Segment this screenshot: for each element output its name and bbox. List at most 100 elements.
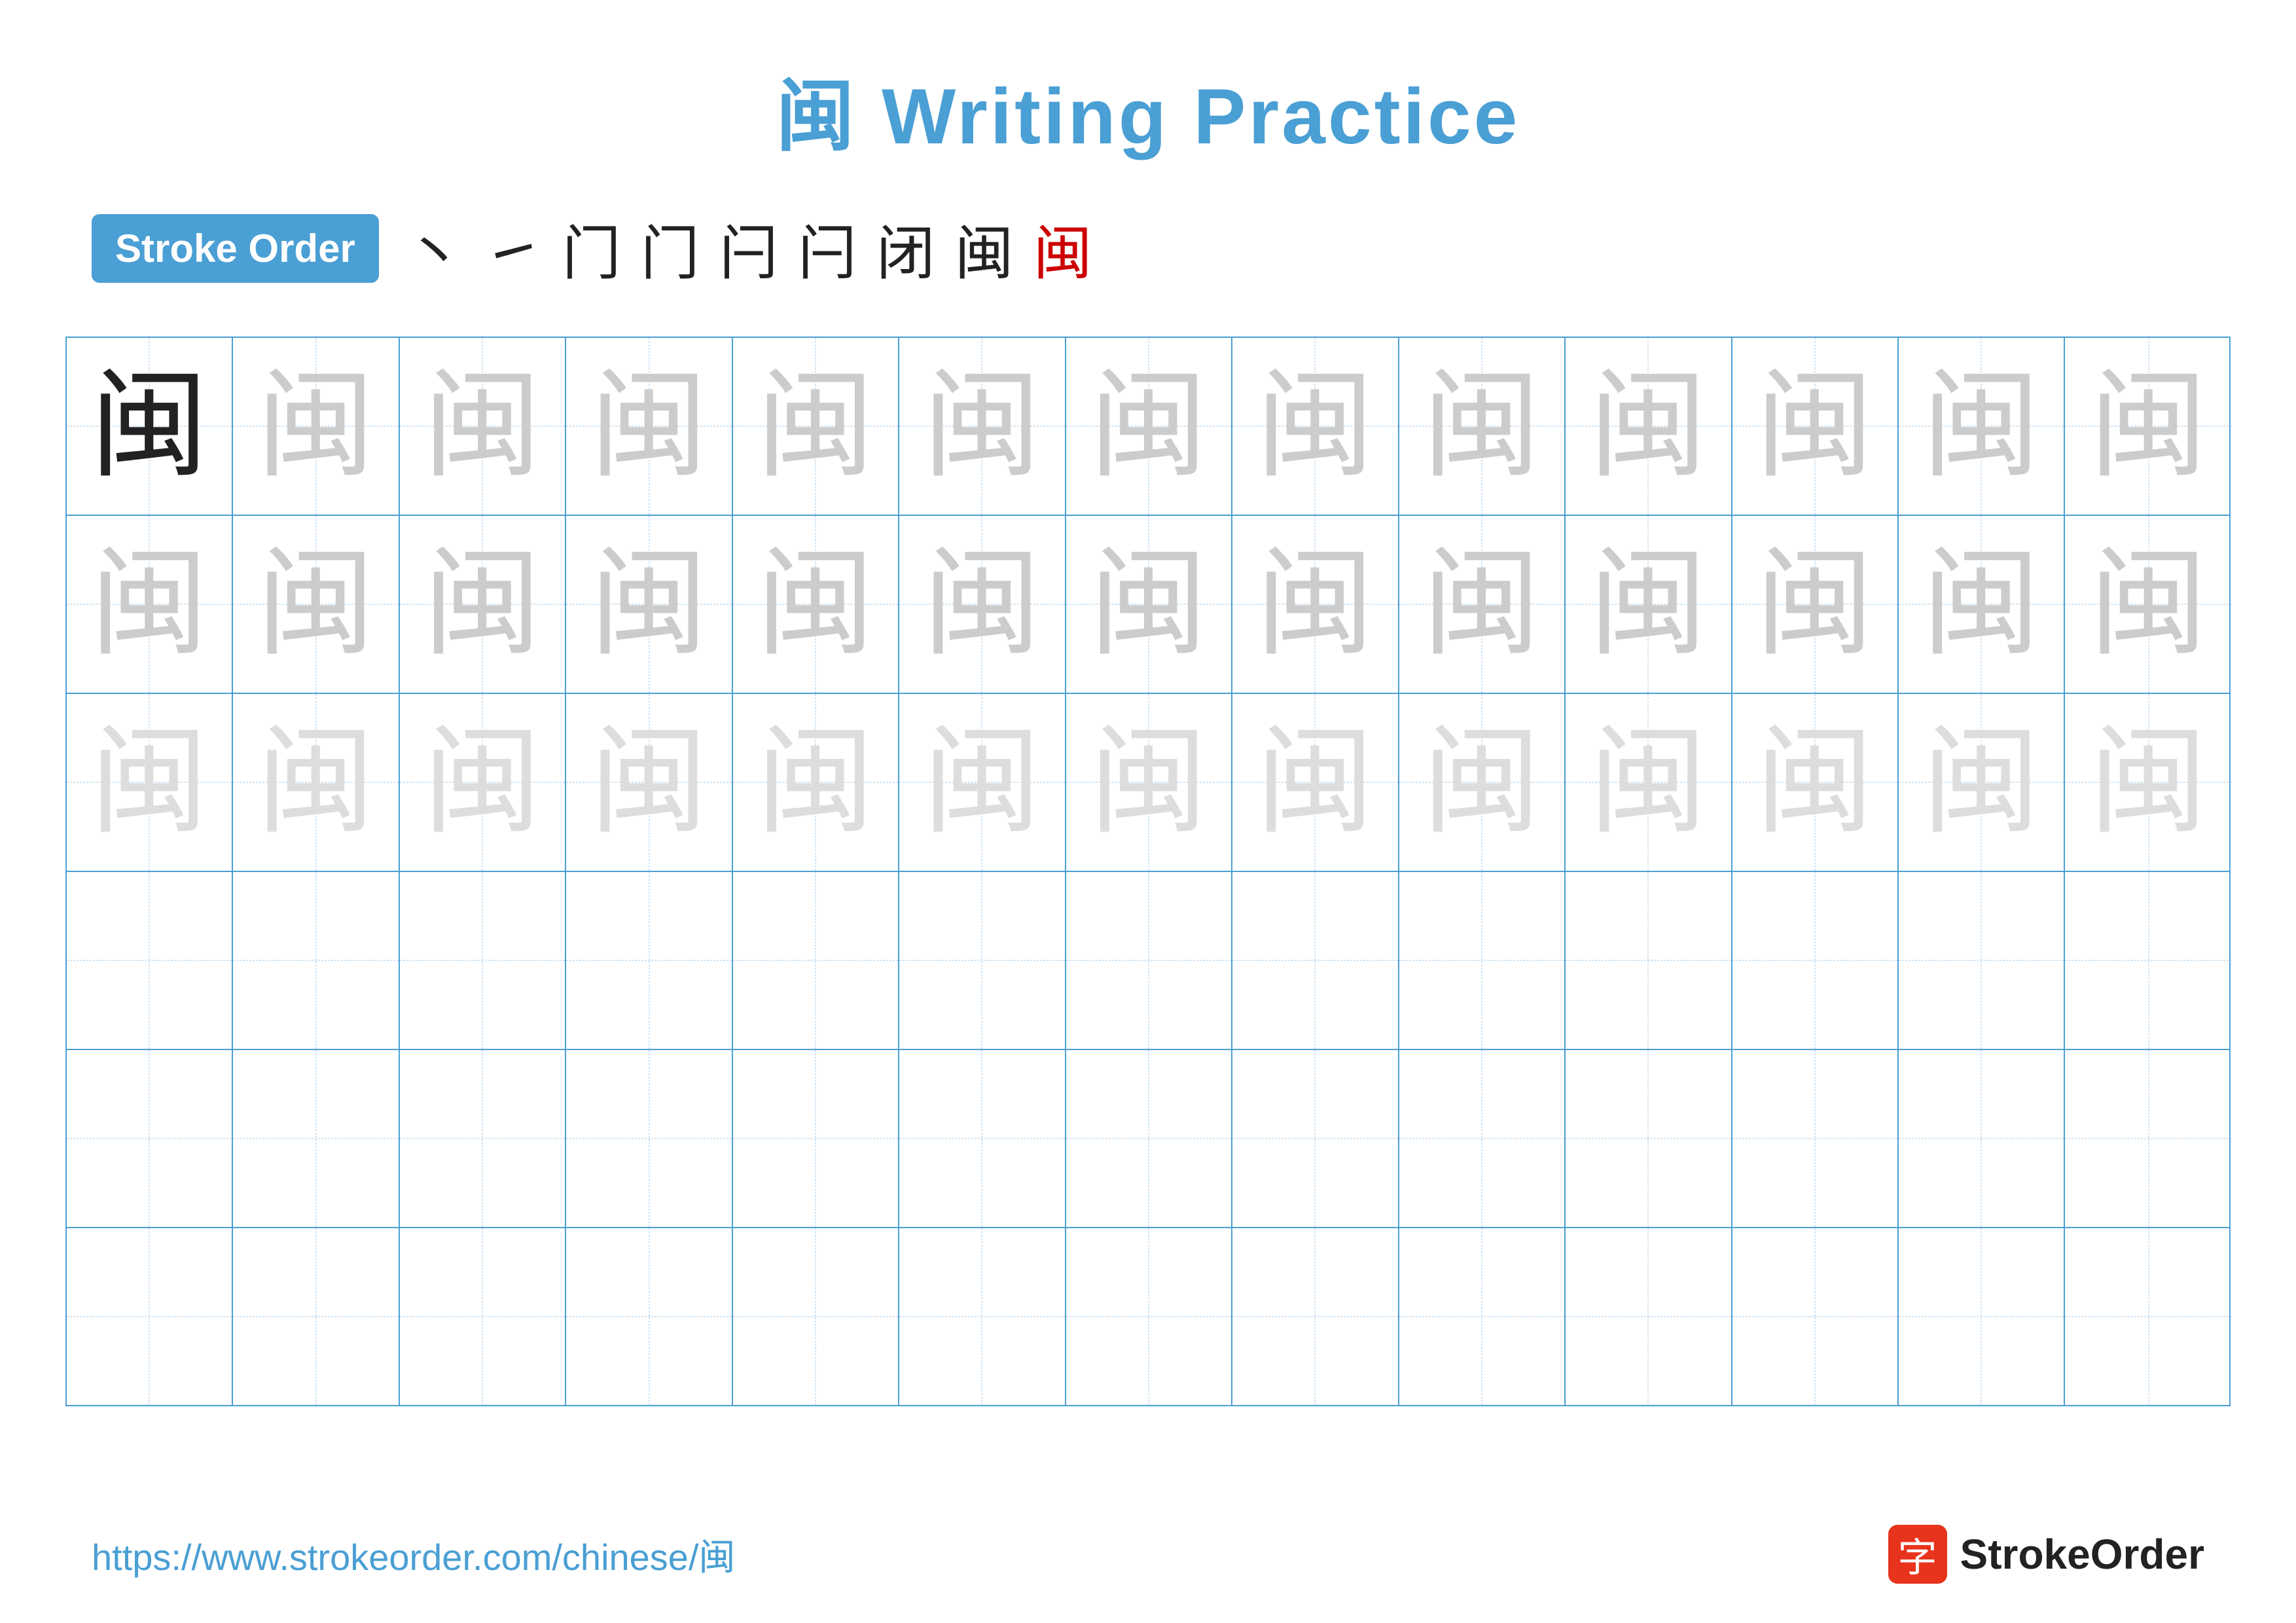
- cell-r6-c7[interactable]: [1066, 1228, 1232, 1405]
- char-light: 闽: [2090, 367, 2208, 485]
- cell-r6-c13[interactable]: [2065, 1228, 2231, 1405]
- cell-r2-c6[interactable]: 闽: [899, 516, 1066, 693]
- cell-r2-c2[interactable]: 闽: [233, 516, 399, 693]
- cell-r2-c4[interactable]: 闽: [566, 516, 732, 693]
- cell-r5-c11[interactable]: [1732, 1050, 1899, 1227]
- cell-r2-c10[interactable]: 闽: [1566, 516, 1732, 693]
- char-light: 闽: [1589, 545, 1707, 663]
- cell-r2-c3[interactable]: 闽: [400, 516, 566, 693]
- cell-r4-c6[interactable]: [899, 872, 1066, 1049]
- cell-r5-c10[interactable]: [1566, 1050, 1732, 1227]
- char-light: 闽: [423, 367, 541, 485]
- cell-r4-c7[interactable]: [1066, 872, 1232, 1049]
- char-light: 闽: [2090, 545, 2208, 663]
- cell-r1-c5[interactable]: 闽: [733, 338, 899, 515]
- cell-r2-c7[interactable]: 闽: [1066, 516, 1232, 693]
- cell-r3-c9[interactable]: 闽: [1399, 694, 1566, 871]
- cell-r3-c5[interactable]: 闽: [733, 694, 899, 871]
- cell-r5-c6[interactable]: [899, 1050, 1066, 1227]
- cell-r2-c13[interactable]: 闽: [2065, 516, 2231, 693]
- cell-r4-c1[interactable]: [67, 872, 233, 1049]
- cell-r4-c10[interactable]: [1566, 872, 1732, 1049]
- cell-r6-c4[interactable]: [566, 1228, 732, 1405]
- char-lighter: 闽: [1423, 723, 1541, 841]
- cell-r3-c4[interactable]: 闽: [566, 694, 732, 871]
- cell-r3-c12[interactable]: 闽: [1899, 694, 2065, 871]
- cell-r1-c8[interactable]: 闽: [1232, 338, 1399, 515]
- char-light: 闽: [1090, 367, 1208, 485]
- cell-r1-c2[interactable]: 闽: [233, 338, 399, 515]
- stroke-3: 门: [562, 206, 621, 291]
- cell-r2-c9[interactable]: 闽: [1399, 516, 1566, 693]
- cell-r4-c12[interactable]: [1899, 872, 2065, 1049]
- cell-r5-c2[interactable]: [233, 1050, 399, 1227]
- cell-r1-c10[interactable]: 闽: [1566, 338, 1732, 515]
- grid-row-5: [67, 1050, 2229, 1228]
- footer-logo-text: StrokeOrder: [1960, 1530, 2204, 1578]
- cell-r3-c13[interactable]: 闽: [2065, 694, 2231, 871]
- cell-r1-c3[interactable]: 闽: [400, 338, 566, 515]
- cell-r5-c12[interactable]: [1899, 1050, 2065, 1227]
- cell-r2-c11[interactable]: 闽: [1732, 516, 1899, 693]
- cell-r5-c5[interactable]: [733, 1050, 899, 1227]
- cell-r4-c11[interactable]: [1732, 872, 1899, 1049]
- cell-r3-c7[interactable]: 闽: [1066, 694, 1232, 871]
- cell-r1-c6[interactable]: 闽: [899, 338, 1066, 515]
- cell-r6-c1[interactable]: [67, 1228, 233, 1405]
- cell-r6-c5[interactable]: [733, 1228, 899, 1405]
- cell-r3-c1[interactable]: 闽: [67, 694, 233, 871]
- cell-r4-c4[interactable]: [566, 872, 732, 1049]
- cell-r4-c8[interactable]: [1232, 872, 1399, 1049]
- cell-r2-c12[interactable]: 闽: [1899, 516, 2065, 693]
- cell-r5-c13[interactable]: [2065, 1050, 2231, 1227]
- char-light: 闽: [1922, 545, 2040, 663]
- cell-r3-c8[interactable]: 闽: [1232, 694, 1399, 871]
- char-lighter: 闽: [757, 723, 874, 841]
- cell-r6-c11[interactable]: [1732, 1228, 1899, 1405]
- cell-r4-c5[interactable]: [733, 872, 899, 1049]
- char-lighter: 闽: [423, 723, 541, 841]
- grid-row-4: [67, 872, 2229, 1050]
- cell-r5-c1[interactable]: [67, 1050, 233, 1227]
- char-light: 闽: [757, 367, 874, 485]
- cell-r1-c11[interactable]: 闽: [1732, 338, 1899, 515]
- cell-r1-c9[interactable]: 闽: [1399, 338, 1566, 515]
- cell-r3-c11[interactable]: 闽: [1732, 694, 1899, 871]
- cell-r6-c2[interactable]: [233, 1228, 399, 1405]
- cell-r2-c8[interactable]: 闽: [1232, 516, 1399, 693]
- cell-r2-c5[interactable]: 闽: [733, 516, 899, 693]
- char-light: 闽: [1256, 367, 1374, 485]
- cell-r5-c7[interactable]: [1066, 1050, 1232, 1227]
- cell-r4-c9[interactable]: [1399, 872, 1566, 1049]
- cell-r5-c3[interactable]: [400, 1050, 566, 1227]
- cell-r4-c2[interactable]: [233, 872, 399, 1049]
- stroke-8: 闽: [955, 206, 1014, 291]
- cell-r3-c2[interactable]: 闽: [233, 694, 399, 871]
- cell-r3-c6[interactable]: 闽: [899, 694, 1066, 871]
- cell-r3-c10[interactable]: 闽: [1566, 694, 1732, 871]
- cell-r6-c3[interactable]: [400, 1228, 566, 1405]
- cell-r6-c10[interactable]: [1566, 1228, 1732, 1405]
- cell-r4-c13[interactable]: [2065, 872, 2231, 1049]
- stroke-1: 丶: [405, 206, 464, 291]
- cell-r3-c3[interactable]: 闽: [400, 694, 566, 871]
- cell-r6-c6[interactable]: [899, 1228, 1066, 1405]
- cell-r5-c8[interactable]: [1232, 1050, 1399, 1227]
- cell-r1-c4[interactable]: 闽: [566, 338, 732, 515]
- cell-r1-c13[interactable]: 闽: [2065, 338, 2231, 515]
- cell-r1-c1[interactable]: 闽: [67, 338, 233, 515]
- stroke-7: 闭: [876, 206, 935, 291]
- cell-r1-c7[interactable]: 闽: [1066, 338, 1232, 515]
- cell-r6-c9[interactable]: [1399, 1228, 1566, 1405]
- char-light: 闽: [1756, 545, 1874, 663]
- cell-r2-c1[interactable]: 闽: [67, 516, 233, 693]
- footer-logo: 字 StrokeOrder: [1888, 1525, 2204, 1584]
- cell-r5-c9[interactable]: [1399, 1050, 1566, 1227]
- cell-r1-c12[interactable]: 闽: [1899, 338, 2065, 515]
- cell-r6-c12[interactable]: [1899, 1228, 2065, 1405]
- cell-r5-c4[interactable]: [566, 1050, 732, 1227]
- cell-r6-c8[interactable]: [1232, 1228, 1399, 1405]
- cell-r4-c3[interactable]: [400, 872, 566, 1049]
- char-dark: 闽: [90, 367, 208, 485]
- stroke-sequence: 丶 ㇀ 门 门 闩 闩 闭 闽 闽: [405, 206, 1092, 291]
